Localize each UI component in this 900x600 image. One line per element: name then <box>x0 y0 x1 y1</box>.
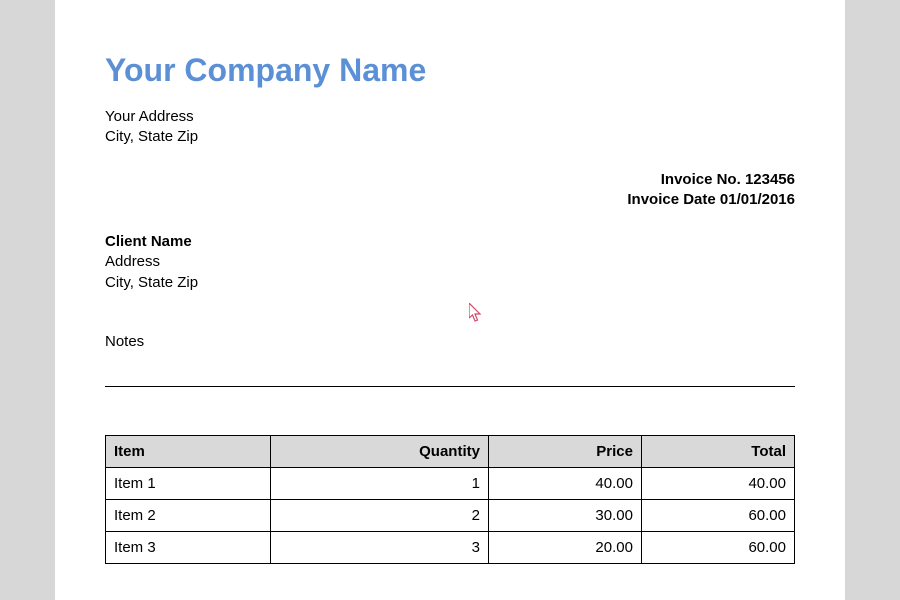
cell-total: 40.00 <box>641 467 794 499</box>
table-row: Item 2 2 30.00 60.00 <box>106 499 795 531</box>
invoice-date-label: Invoice Date <box>627 191 715 208</box>
cell-total: 60.00 <box>641 499 794 531</box>
cell-item: Item 3 <box>106 531 271 563</box>
invoice-meta-block: Invoice No. 123456 Invoice Date 01/01/20… <box>105 170 795 211</box>
cell-price: 40.00 <box>488 467 641 499</box>
client-address-line2: City, State Zip <box>105 273 795 293</box>
company-name: Your Company Name <box>105 52 795 89</box>
invoice-date-value: 01/01/2016 <box>720 191 795 208</box>
items-table: Item Quantity Price Total Item 1 1 40.00… <box>105 435 795 564</box>
invoice-number-value: 123456 <box>745 171 795 188</box>
from-address-line2: City, State Zip <box>105 127 795 147</box>
header-quantity: Quantity <box>270 435 488 467</box>
invoice-number-label: Invoice No. <box>661 171 741 188</box>
cell-price: 30.00 <box>488 499 641 531</box>
client-block: Client Name Address City, State Zip <box>105 232 795 293</box>
client-name: Client Name <box>105 232 795 252</box>
cell-price: 20.00 <box>488 531 641 563</box>
table-row: Item 3 3 20.00 60.00 <box>106 531 795 563</box>
cell-item: Item 2 <box>106 499 271 531</box>
cell-item: Item 1 <box>106 467 271 499</box>
cell-quantity: 1 <box>270 467 488 499</box>
notes-label: Notes <box>105 333 795 350</box>
header-item: Item <box>106 435 271 467</box>
from-address-block: Your Address City, State Zip <box>105 107 795 148</box>
client-address-line1: Address <box>105 252 795 272</box>
invoice-date-line: Invoice Date 01/01/2016 <box>105 190 795 210</box>
invoice-number-line: Invoice No. 123456 <box>105 170 795 190</box>
cell-quantity: 3 <box>270 531 488 563</box>
cell-total: 60.00 <box>641 531 794 563</box>
header-price: Price <box>488 435 641 467</box>
divider <box>105 386 795 387</box>
cell-quantity: 2 <box>270 499 488 531</box>
invoice-page: Your Company Name Your Address City, Sta… <box>55 0 845 600</box>
table-row: Item 1 1 40.00 40.00 <box>106 467 795 499</box>
from-address-line1: Your Address <box>105 107 795 127</box>
header-total: Total <box>641 435 794 467</box>
table-header-row: Item Quantity Price Total <box>106 435 795 467</box>
